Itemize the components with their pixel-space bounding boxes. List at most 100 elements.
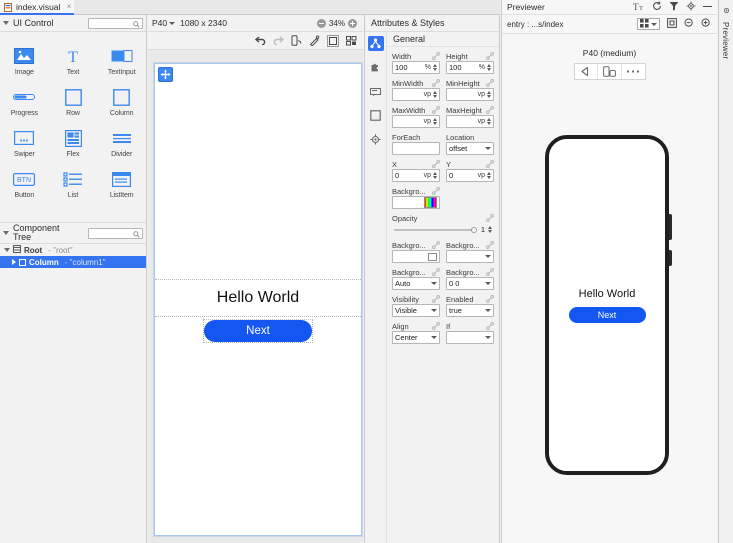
field-maxheight-input[interactable]: vp	[446, 115, 494, 128]
chevron-right-icon[interactable]	[12, 259, 16, 265]
multi-device-grid-selector[interactable]	[637, 18, 660, 30]
link-icon[interactable]	[486, 214, 494, 222]
event-icon[interactable]	[368, 84, 384, 99]
right-rail-previewer-label[interactable]: Previewer	[721, 22, 730, 59]
color-swatch-icon[interactable]	[424, 197, 437, 208]
magic-wand-icon[interactable]	[309, 35, 320, 46]
field-y-input[interactable]: 0 vp	[446, 169, 494, 182]
text-size-icon[interactable]: TT	[633, 1, 645, 13]
spinner-icon[interactable]	[487, 172, 491, 179]
palette-item-progress[interactable]: Progress	[0, 79, 49, 120]
palette-item-divider[interactable]: Divider	[97, 120, 146, 161]
canvas-text-component[interactable]: Hello World	[155, 279, 361, 317]
palette-item-listitem[interactable]: ListItem	[97, 161, 146, 202]
device-selector[interactable]: P40	[152, 18, 176, 28]
spinner-icon[interactable]	[488, 226, 492, 233]
palette-item-flex[interactable]: Flex	[49, 120, 98, 161]
square-icon[interactable]	[368, 108, 384, 123]
field-align-select[interactable]: Center	[392, 331, 440, 344]
link-icon[interactable]	[486, 295, 494, 303]
zoom-out-icon[interactable]	[684, 18, 694, 30]
chevron-down-icon[interactable]	[4, 248, 10, 252]
field-background-color-input[interactable]	[392, 196, 440, 209]
device-rotate-icon[interactable]	[291, 35, 302, 46]
field-background-repeat-select[interactable]	[446, 250, 494, 263]
palette-item-image[interactable]: Image	[0, 38, 49, 79]
ui-control-search-input[interactable]	[88, 17, 143, 29]
minimize-icon[interactable]	[703, 2, 712, 13]
undo-icon[interactable]	[255, 35, 266, 46]
link-icon[interactable]	[432, 160, 440, 168]
canvas-next-button[interactable]: Next	[204, 320, 312, 342]
spinner-icon[interactable]	[487, 64, 491, 71]
field-background-position-select[interactable]: 0 0	[446, 277, 494, 290]
palette-item-textinput[interactable]: TextInput	[97, 38, 146, 79]
gear-icon[interactable]	[368, 132, 384, 147]
palette-item-button[interactable]: BTN Button	[0, 161, 49, 202]
field-location-select[interactable]: offset	[446, 142, 494, 155]
spinner-icon[interactable]	[487, 118, 491, 125]
link-icon[interactable]	[486, 106, 494, 114]
link-icon[interactable]	[432, 322, 440, 330]
field-minheight-input[interactable]: vp	[446, 88, 494, 101]
zoom-out-icon[interactable]	[316, 18, 326, 28]
field-enabled-select[interactable]: true	[446, 304, 494, 317]
component-grid-icon[interactable]	[346, 35, 357, 46]
spinner-icon[interactable]	[433, 64, 437, 71]
spinner-icon[interactable]	[433, 172, 437, 179]
link-icon[interactable]	[486, 52, 494, 60]
field-background-size-select[interactable]: Auto	[392, 277, 440, 290]
link-icon[interactable]	[486, 241, 494, 249]
general-node-icon[interactable]	[367, 36, 384, 51]
tree-row-column[interactable]: Column - "column1"	[0, 256, 146, 268]
link-icon[interactable]	[486, 160, 494, 168]
refresh-icon[interactable]	[652, 1, 662, 13]
frame-icon[interactable]	[327, 34, 339, 47]
image-picker-icon[interactable]	[428, 252, 437, 261]
spinner-icon[interactable]	[433, 118, 437, 125]
field-x-input[interactable]: 0 vp	[392, 169, 440, 182]
link-icon[interactable]	[486, 268, 494, 276]
link-icon[interactable]	[432, 268, 440, 276]
spinner-icon[interactable]	[433, 91, 437, 98]
link-icon[interactable]	[486, 322, 494, 330]
filter-icon[interactable]	[669, 1, 679, 13]
zoom-in-icon[interactable]	[348, 18, 357, 28]
previewer-device-frame[interactable]: Hello World Next	[545, 135, 669, 475]
tree-row-root[interactable]: Root - "root"	[0, 244, 146, 256]
link-icon[interactable]	[432, 52, 440, 60]
previewer-entry-label[interactable]: entry : ...s/index	[507, 20, 563, 29]
device-canvas[interactable]: Hello World Next	[154, 63, 362, 536]
palette-item-list[interactable]: List	[49, 161, 98, 202]
editor-tab-index-visual[interactable]: index.visual ×	[0, 0, 75, 15]
link-icon[interactable]	[432, 79, 440, 87]
link-icon[interactable]	[432, 106, 440, 114]
link-icon[interactable]	[432, 241, 440, 249]
move-handle-icon[interactable]	[158, 67, 173, 82]
puzzle-icon[interactable]	[368, 60, 384, 75]
field-height-input[interactable]: 100%	[446, 61, 494, 74]
field-background-image-input[interactable]	[392, 250, 440, 263]
more-dots-icon[interactable]	[622, 64, 645, 79]
link-icon[interactable]	[432, 295, 440, 303]
field-visibility-select[interactable]: Visible	[392, 304, 440, 317]
gear-icon[interactable]	[722, 6, 731, 17]
previewer-next-button[interactable]: Next	[568, 306, 646, 323]
close-icon[interactable]: ×	[67, 2, 72, 12]
rotate-device-icon[interactable]	[598, 64, 622, 79]
palette-item-swiper[interactable]: Swiper	[0, 120, 49, 161]
settings-gear-icon[interactable]	[686, 1, 696, 13]
previewer-screen[interactable]: Hello World Next	[549, 139, 665, 471]
palette-item-row[interactable]: Row	[49, 79, 98, 120]
palette-item-column[interactable]: Column	[97, 79, 146, 120]
field-if-select[interactable]	[446, 331, 494, 344]
chevron-down-icon[interactable]	[3, 21, 9, 25]
link-icon[interactable]	[432, 187, 440, 195]
fit-frame-icon[interactable]	[667, 18, 677, 30]
chevron-down-icon[interactable]	[3, 231, 9, 235]
field-minwidth-input[interactable]: vp	[392, 88, 440, 101]
field-maxwidth-input[interactable]: vp	[392, 115, 440, 128]
link-icon[interactable]	[486, 79, 494, 87]
component-tree-search-input[interactable]	[88, 227, 143, 239]
field-foreach-input[interactable]	[392, 142, 440, 155]
